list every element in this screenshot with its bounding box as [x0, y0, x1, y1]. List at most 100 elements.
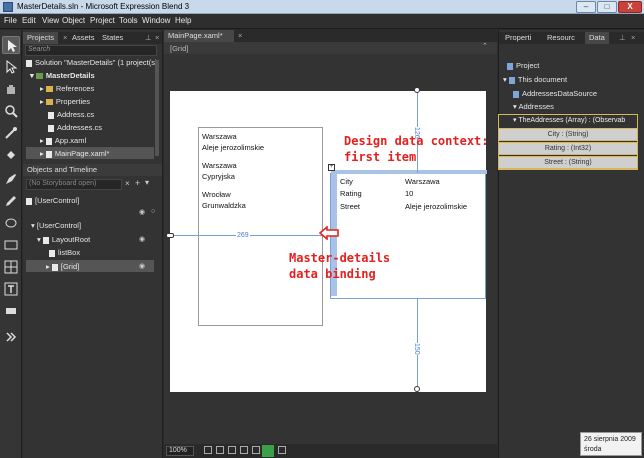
grid-mode-icon[interactable]: +: [328, 164, 335, 171]
left-tabs: Projects × Assets States ⊥ ×: [23, 32, 162, 44]
text-icon[interactable]: [2, 280, 20, 298]
data-field-rating[interactable]: Rating : (Int32): [498, 142, 638, 155]
ellipse-icon[interactable]: [2, 214, 20, 232]
tab-data[interactable]: Data: [585, 32, 609, 44]
tab-resources[interactable]: Resourc: [543, 32, 579, 44]
pencil-icon[interactable]: [2, 192, 20, 210]
tab-assets[interactable]: Assets: [68, 32, 99, 44]
document-icon: [508, 76, 515, 84]
eyedropper-icon[interactable]: [2, 124, 20, 142]
maximize-button[interactable]: □: [597, 1, 617, 13]
render-icon[interactable]: [262, 445, 274, 457]
eye-icon[interactable]: ◉: [139, 262, 145, 270]
minimize-button[interactable]: –: [576, 1, 596, 13]
window-title: MasterDetails.sln - Microsoft Expression…: [17, 2, 190, 11]
menu-edit[interactable]: Edit: [22, 16, 36, 25]
tree-usercontrol[interactable]: ▾ [UserControl]: [31, 221, 81, 230]
grid-icon[interactable]: [2, 258, 20, 276]
tree-layoutroot[interactable]: ▾ LayoutRoot: [37, 235, 90, 244]
menu-object[interactable]: Object: [62, 16, 85, 25]
snap-lines-icon[interactable]: [228, 446, 236, 454]
chevron-up-icon[interactable]: ⌃: [482, 42, 488, 50]
gridlines-icon[interactable]: [216, 446, 224, 454]
usercontrol-icon: [26, 197, 32, 205]
breadcrumb[interactable]: [Grid]: [164, 42, 497, 54]
tree-item-references[interactable]: ▸ References: [40, 84, 94, 93]
data-tree-document[interactable]: ▾ This document: [503, 75, 567, 84]
selection-tool-icon[interactable]: [2, 36, 20, 54]
close-icon[interactable]: ×: [234, 30, 246, 42]
storyboard-close-icon[interactable]: ×: [125, 179, 130, 188]
storyboard-select[interactable]: (No Storyboard open): [26, 179, 122, 190]
eye-icon[interactable]: ◉: [139, 235, 145, 243]
pen-icon[interactable]: [2, 170, 20, 188]
file-icon: [48, 111, 54, 119]
tree-item-properties[interactable]: ▸ Properties: [40, 97, 90, 106]
paint-bucket-icon[interactable]: [2, 146, 20, 164]
resize-handle[interactable]: [166, 233, 174, 238]
list-item-city[interactable]: Warszawa: [202, 132, 237, 141]
list-item-street[interactable]: Cypryjska: [202, 172, 235, 181]
add-storyboard-icon[interactable]: +: [135, 178, 140, 188]
zoom-select[interactable]: 100%: [166, 446, 194, 456]
tray-clock[interactable]: 26 sierpnia 2009 środa: [580, 432, 642, 456]
solution-row[interactable]: Solution "MasterDetails" (1 project(s): [26, 58, 157, 67]
zoom-icon[interactable]: [2, 102, 20, 120]
detail-value: Warszawa: [405, 177, 440, 186]
menu-tools[interactable]: Tools: [119, 16, 138, 25]
close-button[interactable]: X: [618, 1, 642, 13]
menu-project[interactable]: Project: [90, 16, 115, 25]
tab-properties[interactable]: Properti: [501, 32, 535, 44]
data-tree-addresses[interactable]: ▾ Addresses: [513, 102, 554, 111]
assets-expand-icon[interactable]: [2, 328, 20, 346]
data-tree-array[interactable]: ▾ TheAddresses (Array) : (Observab: [513, 116, 625, 124]
direct-select-icon[interactable]: [2, 58, 20, 76]
snap-grid-icon[interactable]: [204, 446, 212, 454]
tree-item-app-xaml[interactable]: ▸ App.xaml: [40, 136, 86, 145]
tab-states[interactable]: States: [98, 32, 127, 44]
tree-grid[interactable]: ▸ [Grid]: [26, 260, 154, 272]
tree-item-addresses-cs[interactable]: Addresses.cs: [48, 123, 102, 132]
tree-item-mainpage-xaml[interactable]: ▸ MainPage.xaml*: [26, 147, 154, 159]
menu-bar: File Edit View Object Project Tools Wind…: [0, 14, 644, 29]
pan-icon[interactable]: [2, 80, 20, 98]
list-item-street[interactable]: Grunwaldzka: [202, 201, 246, 210]
detail-label: Street: [340, 202, 361, 211]
snap-icon[interactable]: [240, 446, 248, 454]
close-icon[interactable]: ×: [151, 32, 163, 44]
project-row[interactable]: ▾ MasterDetails: [30, 71, 95, 80]
view-icon[interactable]: [278, 446, 286, 454]
menu-view[interactable]: View: [42, 16, 59, 25]
left-panel: Projects × Assets States ⊥ × Search Solu…: [23, 30, 163, 458]
tab-mainpage[interactable]: MainPage.xaml*: [164, 30, 234, 42]
lock-icon[interactable]: ○: [151, 208, 155, 215]
resize-handle[interactable]: [414, 386, 420, 392]
data-field-city[interactable]: City : (String): [498, 128, 638, 141]
tree-listbox[interactable]: listBox: [49, 248, 80, 257]
data-field-street[interactable]: Street : (String): [498, 156, 638, 169]
storyboard-menu-icon[interactable]: ▾: [145, 178, 149, 187]
resize-handle[interactable]: [414, 87, 420, 93]
close-icon[interactable]: ×: [627, 32, 639, 44]
list-item-city[interactable]: Wrocław: [202, 190, 231, 199]
list-box[interactable]: Warszawa Aleje jerozolimskie Warszawa Cy…: [198, 127, 323, 326]
eye-icon[interactable]: ◉: [139, 208, 145, 216]
usercontrol-scope[interactable]: [UserControl]: [26, 196, 79, 205]
menu-help[interactable]: Help: [175, 16, 191, 25]
menu-file[interactable]: File: [4, 16, 17, 25]
effects-icon[interactable]: [252, 446, 260, 454]
list-item-street[interactable]: Aleje jerozolimskie: [202, 143, 264, 152]
tab-projects[interactable]: Projects: [23, 32, 59, 44]
detail-value: 10: [405, 189, 414, 198]
rectangle-icon[interactable]: [2, 236, 20, 254]
tree-item-address-cs[interactable]: Address.cs: [48, 110, 94, 119]
search-input[interactable]: Search: [25, 45, 157, 56]
asset-tool-icon[interactable]: [2, 302, 20, 320]
annotation-master-details: Master-details data binding: [289, 251, 391, 281]
scrollbar[interactable]: [155, 60, 159, 156]
list-item-city[interactable]: Warszawa: [202, 161, 237, 170]
right-panel: Properti Resourc Data ⊥ × Project ▾ This…: [498, 30, 644, 458]
menu-window[interactable]: Window: [142, 16, 170, 25]
data-tree-project[interactable]: Project: [507, 61, 539, 70]
data-tree-datasource[interactable]: AddressesDataSource: [513, 89, 597, 98]
